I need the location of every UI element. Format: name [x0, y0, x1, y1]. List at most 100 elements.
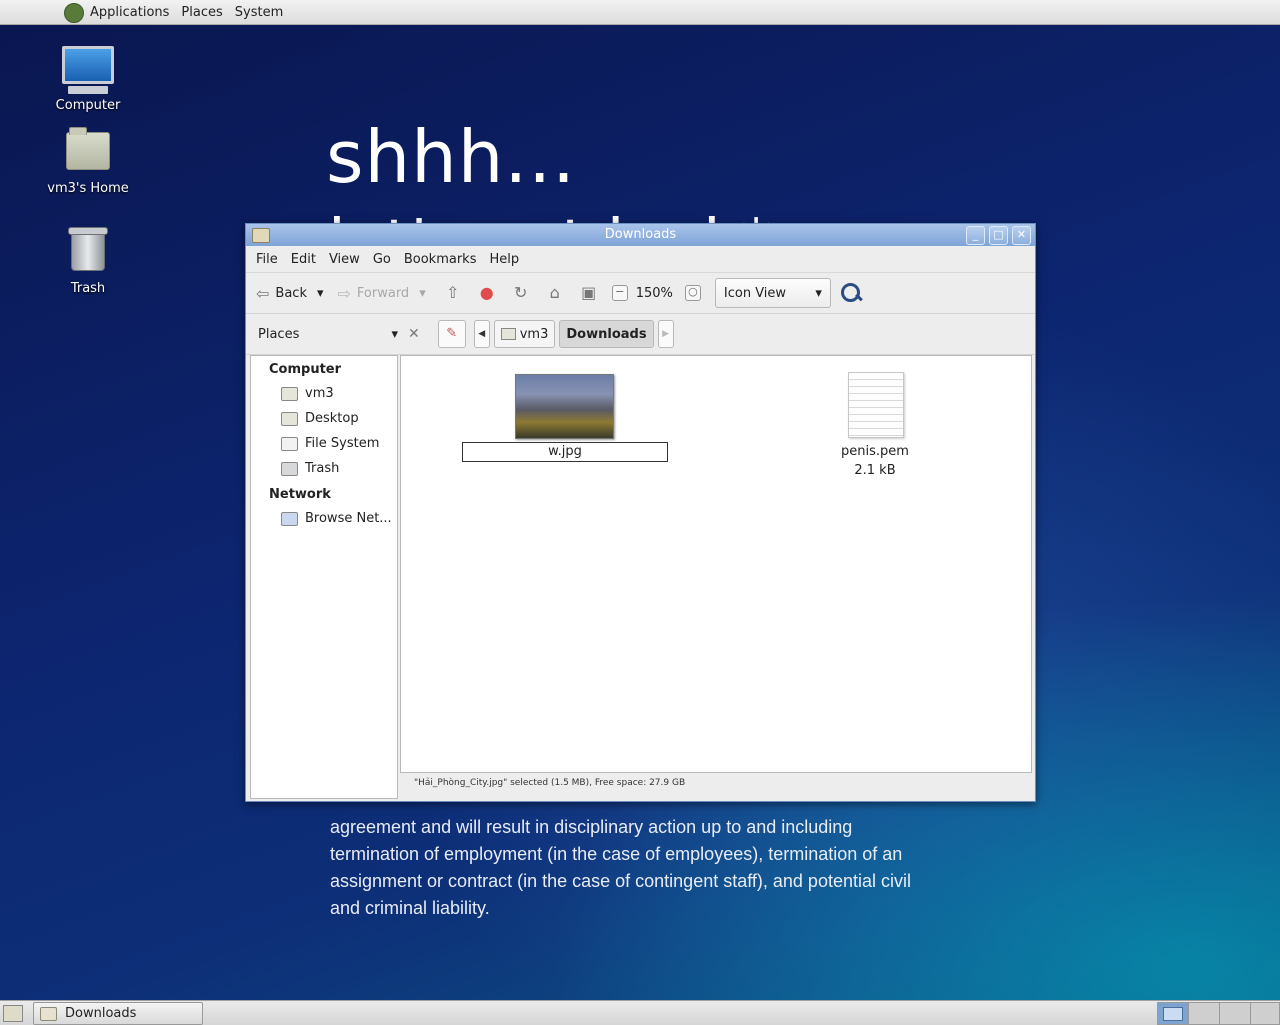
wallpaper-headline: shhh...	[326, 115, 577, 199]
workspace-2[interactable]	[1188, 1002, 1220, 1025]
wallpaper-line: and criminal liability.	[330, 898, 490, 918]
sidebar-header-network: Network	[269, 487, 331, 502]
workspace-1[interactable]	[1157, 1002, 1189, 1025]
menubar: File Edit View Go Bookmarks Help	[246, 246, 1035, 273]
menu-edit[interactable]: Edit	[291, 252, 316, 267]
trash-icon	[68, 227, 108, 271]
sidebar-item-label: Trash	[305, 461, 340, 476]
menu-view[interactable]: View	[329, 252, 360, 267]
document-icon[interactable]	[848, 372, 904, 438]
menu-file[interactable]: File	[256, 252, 278, 267]
maximize-button[interactable]: □	[989, 226, 1008, 245]
forward-history-dropdown[interactable]: ▾	[419, 286, 426, 301]
crumb-scroll-left-icon[interactable]: ◀	[473, 320, 490, 348]
top-panel: Applications Places System	[0, 0, 1280, 25]
home-icon[interactable]: ⌂	[544, 282, 566, 304]
computer-icon-base	[68, 86, 108, 94]
sidebar-item-label: Browse Net...	[305, 511, 392, 526]
reload-icon[interactable]: ↻	[510, 282, 532, 304]
file-view[interactable]: w.jpg penis.pem 2.1 kB	[400, 355, 1032, 773]
view-mode-value: Icon View	[723, 285, 787, 301]
desktop-icon-home[interactable]: vm3's Home	[33, 127, 143, 196]
breadcrumb-downloads[interactable]: Downloads	[559, 320, 654, 348]
side-pane-value: Places	[258, 326, 300, 342]
close-sidebar-icon[interactable]: ✕	[408, 326, 420, 342]
status-bar: "Hải_Phòng_City.jpg" selected (1.5 MB), …	[414, 778, 686, 788]
window-controls: _ □ ✕	[962, 226, 1031, 245]
sidebar-item-browse-network[interactable]: Browse Net...	[251, 506, 397, 531]
chevron-down-icon: ▾	[391, 326, 398, 342]
trash-icon	[281, 461, 298, 476]
chevron-down-icon: ▾	[419, 285, 426, 301]
sidebar-item-label: vm3	[305, 386, 334, 401]
wallpaper-line: assignment or contract (in the case of c…	[330, 871, 911, 891]
minimize-button[interactable]: _	[966, 226, 985, 245]
home-folder-icon	[500, 328, 516, 340]
folder-icon	[252, 228, 270, 243]
sidebar-item-desktop[interactable]: Desktop	[251, 406, 397, 431]
breadcrumb-vm3[interactable]: vm3	[493, 320, 556, 348]
bottom-panel: Downloads	[0, 1000, 1280, 1025]
window-titlebar[interactable]: Downloads _ □ ✕	[246, 224, 1035, 246]
menu-places[interactable]: Places	[181, 5, 222, 20]
wallpaper-body: agreement and will result in disciplinar…	[330, 814, 970, 922]
drive-icon	[281, 436, 298, 451]
sidebar-item-vm3[interactable]: vm3	[251, 381, 397, 406]
home-folder-icon	[281, 386, 298, 401]
workspace-window-icon	[1163, 1007, 1183, 1021]
menu-help[interactable]: Help	[489, 252, 519, 267]
crumb-scroll-right-icon[interactable]: ▶	[657, 320, 674, 348]
location-bar: Places ▾ ✕ ✎ ◀ vm3 Downloads ▶	[246, 314, 1035, 355]
chevron-down-icon: ▾	[815, 285, 822, 301]
workspace-3[interactable]	[1219, 1002, 1251, 1025]
menu-system[interactable]: System	[235, 5, 283, 20]
back-history-dropdown[interactable]: ▾	[317, 286, 324, 301]
sidebar-header-computer: Computer	[269, 362, 342, 377]
file-name: penis.pem	[841, 444, 909, 459]
up-icon[interactable]: ⇧	[442, 282, 464, 304]
side-pane-select[interactable]: Places ▾	[258, 322, 398, 346]
zoom-reset-icon[interactable]: ○	[684, 285, 701, 301]
taskbar-item-downloads[interactable]: Downloads	[33, 1002, 203, 1025]
edit-location-icon[interactable]: ✎	[437, 320, 466, 348]
desktop-icon-label: vm3's Home	[47, 181, 129, 196]
back-arrow-icon: ⇦	[256, 283, 270, 303]
stop-icon[interactable]: ●	[476, 282, 498, 304]
menu-bookmarks[interactable]: Bookmarks	[404, 252, 477, 267]
back-label: Back	[275, 285, 307, 301]
desktop-icon-label: Computer	[55, 98, 121, 113]
file-item-pem[interactable]: penis.pem 2.1 kB	[821, 442, 929, 480]
desktop-icon-label: Trash	[70, 281, 106, 296]
workspace-4[interactable]	[1250, 1002, 1280, 1025]
file-manager-window: Downloads _ □ ✕ File Edit View Go Bookma…	[245, 223, 1036, 802]
image-thumbnail[interactable]	[515, 374, 614, 439]
places-sidebar: Computer vm3 Desktop File System Trash N…	[250, 355, 398, 799]
rename-input[interactable]: w.jpg	[462, 442, 668, 462]
menu-go[interactable]: Go	[373, 252, 391, 267]
back-button[interactable]: ⇦ Back	[256, 284, 307, 303]
wallpaper-line: termination of employment (in the case o…	[330, 844, 903, 864]
desktop-icon-trash[interactable]: Trash	[33, 227, 143, 296]
top-menu: Applications Places System	[64, 5, 295, 20]
applications-logo-icon[interactable]	[64, 3, 84, 23]
taskbar-label: Downloads	[65, 1006, 137, 1021]
zoom-out-icon[interactable]: −	[611, 285, 628, 301]
desktop-icon-computer[interactable]: Computer	[33, 46, 143, 113]
sidebar-item-label: File System	[305, 436, 380, 451]
sidebar-item-trash[interactable]: Trash	[251, 456, 397, 481]
breadcrumb-label: Downloads	[566, 326, 647, 342]
close-button[interactable]: ✕	[1012, 226, 1031, 245]
chevron-down-icon: ▾	[316, 285, 324, 301]
computer-icon[interactable]: ▣	[578, 282, 600, 304]
show-desktop-icon[interactable]	[3, 1005, 23, 1022]
forward-button[interactable]: ⇨ Forward	[338, 284, 410, 303]
file-size: 2.1 kB	[854, 463, 896, 478]
sidebar-item-filesystem[interactable]: File System	[251, 431, 397, 456]
toolbar: ⇦ Back ▾ ⇨ Forward ▾ ⇧ ● ↻ ⌂ ▣ − 150% ○ …	[246, 273, 1035, 314]
forward-label: Forward	[356, 285, 410, 301]
view-mode-select[interactable]: Icon View ▾	[714, 278, 831, 308]
window-title: Downloads	[604, 227, 677, 242]
search-icon[interactable]	[839, 281, 863, 305]
menu-applications[interactable]: Applications	[90, 5, 169, 20]
zoom-level[interactable]: 150%	[636, 286, 673, 301]
